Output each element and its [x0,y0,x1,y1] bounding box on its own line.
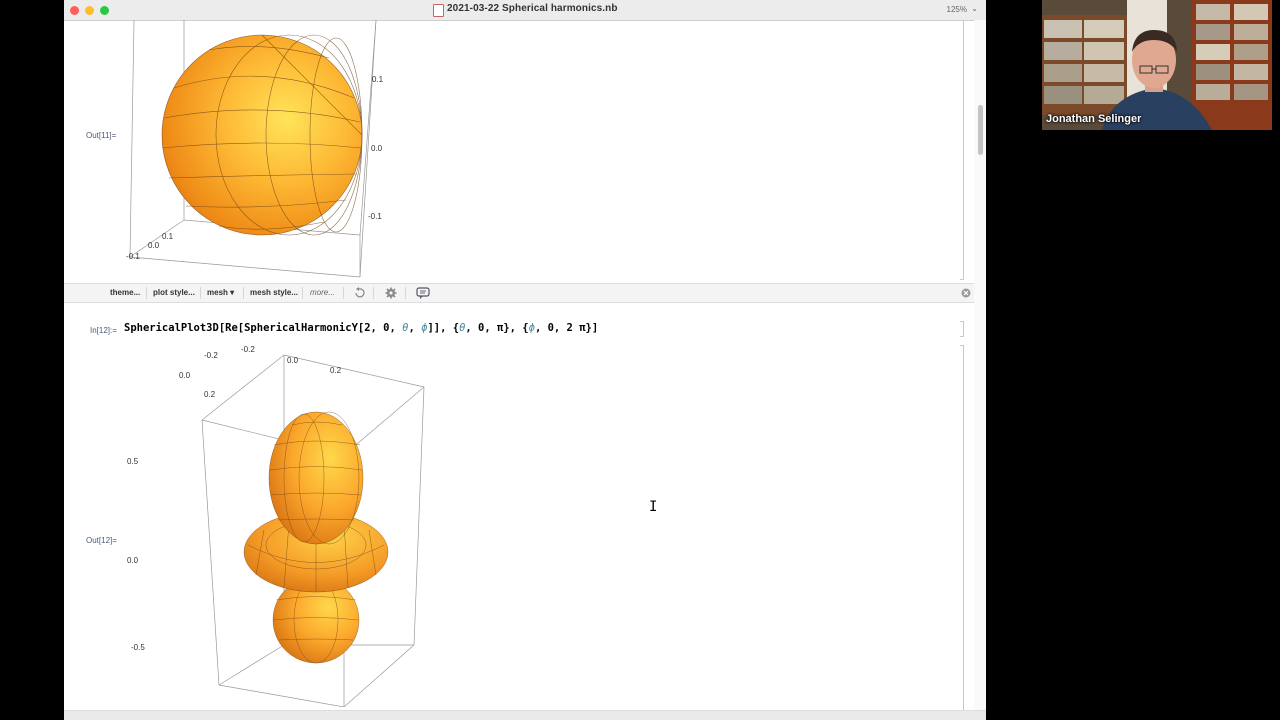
suggest-theme-button[interactable]: theme... [110,288,140,297]
out12-tick-top-3: -0.2 [241,345,255,354]
code-part: , [408,322,422,334]
in12-label: In[12]:= [90,326,117,335]
in12-code-input[interactable]: SphericalPlot3D[Re[SphericalHarmonicY[2,… [124,322,598,334]
suggest-separator [243,287,244,299]
out12-tick-left-0: 0.5 [127,457,139,466]
title-bar: 2021-03-22 Spherical harmonics.nb 125% ⌄ [64,0,986,21]
gear-icon[interactable] [385,287,397,299]
out12-tick-top-0: 0.2 [204,390,216,399]
bookshelf-left [1042,15,1127,115]
out11-cell-bracket[interactable] [960,20,964,280]
out12-label: Out[12]= [86,536,117,545]
out12-tick-left-1: 0.0 [127,556,139,565]
close-window-button[interactable] [70,6,79,15]
maximize-window-button[interactable] [100,6,109,15]
out12-tick-top-2: -0.2 [204,351,218,360]
suggest-mesh-button[interactable]: mesh ▾ [207,288,234,297]
suggest-separator [373,287,374,299]
chat-bubble-icon[interactable] [416,287,430,299]
out12-cell-bracket[interactable] [960,345,964,711]
out12-tick-top-4: 0.0 [287,356,299,365]
suggest-more-button[interactable]: more... [310,288,335,297]
suggest-separator [302,287,303,299]
code-part: ]], { [427,322,460,334]
notebook-file-icon [433,4,444,17]
out11-tick-right-0: 0.1 [372,75,384,84]
suggestions-bar: theme... plot style... mesh ▾ mesh style… [64,283,986,303]
bookshelf-right [1192,0,1272,130]
text-cursor-icon: I [649,499,658,515]
suggest-separator [200,287,201,299]
in12-cell-bracket[interactable] [960,321,964,337]
code-part: SphericalPlot3D[Re[SphericalHarmonicY[2,… [124,322,403,334]
out11-tick-right-2: -0.1 [368,212,382,221]
notebook-window: 2021-03-22 Spherical harmonics.nb 125% ⌄… [64,0,986,720]
out11-sphere-surface [161,34,363,236]
vertical-scrollbar-thumb[interactable] [978,105,983,155]
out11-label: Out[11]= [86,131,117,140]
out11-tick-bottom-2: -0.1 [126,252,140,261]
window-title: 2021-03-22 Spherical harmonics.nb [447,3,618,14]
participant-video-tile[interactable]: Jonathan Selinger [1042,0,1272,130]
suggest-mesh-style-button[interactable]: mesh style... [250,288,298,297]
out11-tick-bottom-1: 0.0 [148,241,160,250]
suggest-separator [146,287,147,299]
suggest-plot-style-button[interactable]: plot style... [153,288,195,297]
out11-sphere-plot[interactable]: 0.1 0.0 -0.1 0.1 0.0 -0.1 [114,20,444,282]
code-part: , 0, 2 π}] [534,322,599,334]
undo-icon[interactable] [353,287,365,299]
horizontal-scrollbar[interactable] [64,710,986,720]
speaker-video-feed [1042,0,1272,130]
close-suggestions-icon[interactable] [961,288,971,298]
code-part: , 0, π}, { [465,322,529,334]
out12-tick-left-2: -0.5 [131,643,145,652]
suggest-separator [343,287,344,299]
out11-tick-right-1: 0.0 [371,144,383,153]
speaker-name-label: Jonathan Selinger [1046,113,1142,125]
out12-tick-top-1: 0.0 [179,371,191,380]
suggest-separator [405,287,406,299]
minimize-window-button[interactable] [85,6,94,15]
zoom-level[interactable]: 125% [947,5,967,14]
zoom-caret-icon[interactable]: ⌄ [971,4,978,13]
out12-top-lobe [268,411,364,545]
out12-tick-top-5: 0.2 [330,366,342,375]
out11-tick-bottom-0: 0.1 [162,232,174,241]
out12-harmonic-plot[interactable]: 0.2 0.0 -0.2 -0.2 0.0 0.2 0.5 0.0 -0.5 [124,345,444,707]
